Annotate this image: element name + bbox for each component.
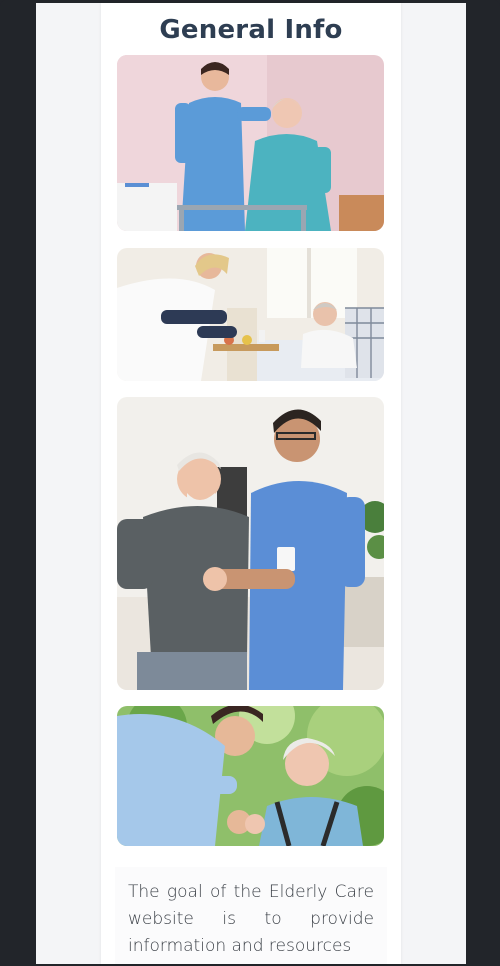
nurse-holding-hands-elderly-woman-photo (117, 706, 384, 846)
nurse-serving-meal-in-bed-photo (117, 248, 384, 381)
page-background: General Info The goal of the Elderly Car… (36, 3, 466, 964)
nurse-helping-woman-with-walker-photo (117, 55, 384, 231)
description-box: The goal of the Elderly Care website is … (115, 867, 387, 964)
nurse-walking-with-elderly-man-photo (117, 397, 384, 690)
description-text: The goal of the Elderly Care website is … (128, 882, 374, 956)
page-title: General Info (159, 15, 343, 45)
info-card: General Info The goal of the Elderly Car… (101, 3, 401, 964)
app-frame: General Info The goal of the Elderly Car… (0, 0, 500, 966)
